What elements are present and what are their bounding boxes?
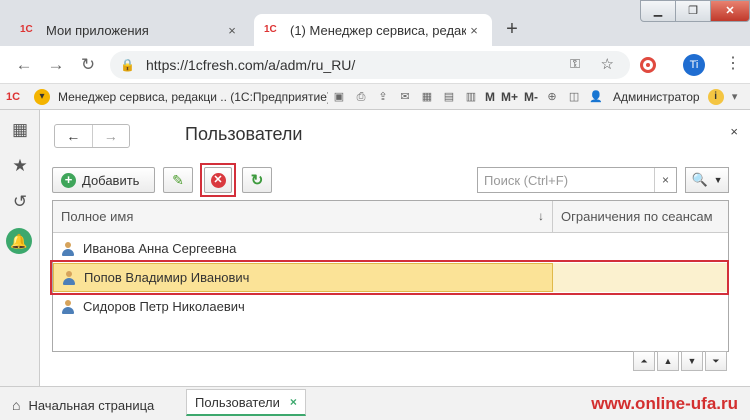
history-icon[interactable]: ↺ — [8, 190, 32, 214]
home-tab[interactable]: ⌂ Начальная страница — [12, 393, 154, 417]
spreadsheet-icon[interactable]: ▦ — [418, 88, 436, 106]
left-panel: ▦ ★ ↺ 🔔 — [0, 110, 40, 386]
search-input[interactable]: Поиск (Ctrl+F) × — [477, 167, 677, 193]
zoom-icon[interactable]: ⊕ — [543, 88, 561, 106]
browser-menu-icon[interactable]: ⋮ — [725, 54, 741, 74]
selected-row-highlight — [50, 260, 729, 295]
new-tab-button[interactable]: + — [500, 18, 524, 42]
table-row[interactable]: Сидоров Петр Николаевич — [53, 292, 728, 321]
mail-icon[interactable]: ✉ — [396, 88, 414, 106]
profile-avatar[interactable]: Ti — [683, 54, 705, 76]
chevron-down-icon[interactable]: ▾ — [726, 88, 744, 106]
app-toolbar: 1С ▾ Менеджер сервиса, редакци .. (1С:Пр… — [0, 84, 750, 110]
table-row[interactable]: Иванова Анна Сергеевна — [53, 234, 728, 263]
limit-cell — [553, 292, 728, 321]
tab-close-icon[interactable]: × — [466, 23, 482, 38]
window-maximize-button[interactable]: ❐ — [675, 0, 711, 22]
window-minimize-button[interactable]: ▁ — [640, 0, 676, 22]
column-header-session-limits[interactable]: Ограничения по сеансам — [553, 201, 728, 232]
address-bar: ← → ↻ 🔒 https://1cfresh.com/a/adm/ru_RU/… — [0, 46, 750, 84]
key-icon[interactable]: ⚿ — [570, 56, 580, 72]
watermark: www.online-ufa.ru — [591, 394, 738, 413]
tab-label: (1) Менеджер сервиса, редакци — [290, 22, 466, 38]
url-omnibox[interactable]: 🔒 https://1cfresh.com/a/adm/ru_RU/ ⚿ ☆ — [110, 51, 630, 79]
panel-icon[interactable]: ◫ — [565, 88, 583, 106]
page-title: Пользователи — [185, 124, 303, 144]
search-clear-icon[interactable]: × — [654, 168, 676, 192]
user-full-name: Иванова Анна Сергеевна — [83, 241, 237, 256]
info-icon[interactable]: i — [707, 88, 724, 105]
url-text[interactable]: https://1cfresh.com/a/adm/ru_RU/ — [146, 57, 355, 73]
search-button[interactable]: 🔍 ▼ — [685, 167, 729, 193]
save-icon[interactable]: ▣ — [330, 88, 348, 106]
scroll-to-top-button[interactable]: ⏶ — [633, 351, 655, 371]
current-user[interactable]: Администратор — [613, 90, 700, 104]
grid-menu-icon[interactable]: ▦ — [8, 118, 32, 142]
main-menu-icon[interactable]: ▾ — [34, 88, 50, 105]
scroll-down-button[interactable]: ▼ — [681, 351, 703, 371]
table-header: Полное имя ↓ Ограничения по сеансам — [53, 201, 728, 233]
favorites-star-icon[interactable]: ★ — [8, 154, 32, 178]
scroll-to-bottom-button[interactable]: ⏷ — [705, 351, 727, 371]
app-title: Менеджер сервиса, редакци .. (1С:Предпри… — [58, 89, 328, 104]
home-tab-label: Начальная страница — [28, 397, 155, 413]
name-cell: Сидоров Петр Николаевич — [53, 292, 553, 321]
sort-arrow-icon: ↓ — [538, 209, 544, 223]
users-tab-label: Пользователи — [195, 394, 280, 410]
plus-icon: + — [61, 172, 76, 188]
chevron-down-icon: ▼ — [713, 175, 723, 185]
form-close-icon[interactable]: × — [730, 124, 738, 139]
refresh-icon: ↻ — [250, 172, 264, 189]
delete-x-icon: ✕ — [210, 172, 226, 188]
tab-close-icon[interactable]: × — [224, 23, 240, 38]
tab-label: Мои приложения — [46, 22, 149, 38]
users-tab-close-icon[interactable]: × — [290, 395, 297, 409]
delete-button[interactable]: ✕ — [204, 167, 232, 193]
extension-target-icon[interactable] — [640, 57, 656, 73]
limit-cell — [553, 234, 728, 263]
search-icon: 🔍 — [691, 172, 708, 187]
users-tab[interactable]: Пользователи × — [186, 389, 306, 416]
1c-favicon-icon: 1C — [264, 24, 277, 35]
bookmark-star-icon[interactable]: ☆ — [601, 55, 614, 73]
browser-tab-service-manager[interactable]: 1C (1) Менеджер сервиса, редакци × — [254, 14, 492, 46]
1c-logo-icon: 1С — [6, 90, 21, 103]
column-header-full-name[interactable]: Полное имя ↓ — [53, 201, 553, 232]
forward-arrow-icon[interactable]: → — [46, 55, 66, 75]
column-label: Полное имя — [61, 209, 134, 224]
upload-icon[interactable]: ⇪ — [374, 88, 392, 106]
user-full-name: Сидоров Петр Николаевич — [83, 299, 245, 314]
calendar-icon[interactable]: ▤ — [440, 88, 458, 106]
browser-tab-my-apps[interactable]: 1C Мои приложения × — [10, 14, 250, 46]
user-icon — [61, 299, 75, 314]
users-form: ← → Пользователи × + Добавить ✎ ✕ ↻ Поис… — [40, 110, 750, 386]
search-placeholder[interactable]: Поиск (Ctrl+F) — [478, 173, 654, 188]
memory-m-plus-button[interactable]: M+ — [501, 90, 518, 104]
reload-icon[interactable]: ↻ — [78, 55, 98, 75]
memory-m-button[interactable]: M — [485, 90, 495, 104]
lock-icon: 🔒 — [120, 58, 135, 72]
nav-forward-icon[interactable]: → — [91, 125, 130, 147]
history-nav: ← → — [54, 124, 130, 148]
user-icon — [61, 241, 75, 256]
nav-back-icon[interactable]: ← — [55, 125, 92, 147]
browser-titlebar: 1C Мои приложения × 1C (1) Менеджер серв… — [0, 0, 750, 46]
name-cell: Иванова Анна Сергеевна — [53, 234, 553, 263]
home-icon: ⌂ — [12, 397, 21, 413]
edit-button[interactable]: ✎ — [163, 167, 193, 193]
back-arrow-icon[interactable]: ← — [14, 55, 34, 75]
add-button-label: Добавить — [82, 172, 140, 188]
user-icon: 👤 — [589, 90, 603, 103]
notification-bell-icon[interactable]: 🔔 — [6, 228, 32, 254]
pencil-icon: ✎ — [172, 171, 184, 188]
window-close-button[interactable]: ✕ — [710, 0, 750, 22]
print-icon[interactable]: ⎙ — [352, 88, 370, 106]
add-button[interactable]: + Добавить — [52, 167, 155, 193]
scroll-up-button[interactable]: ▲ — [657, 351, 679, 371]
calculator-icon[interactable]: ▥ — [462, 88, 480, 106]
memory-m-minus-button[interactable]: M- — [524, 90, 538, 104]
1c-favicon-icon: 1C — [20, 24, 33, 35]
refresh-button[interactable]: ↻ — [242, 167, 272, 193]
bottom-tab-bar: ⌂ Начальная страница Пользователи × www.… — [0, 386, 750, 420]
